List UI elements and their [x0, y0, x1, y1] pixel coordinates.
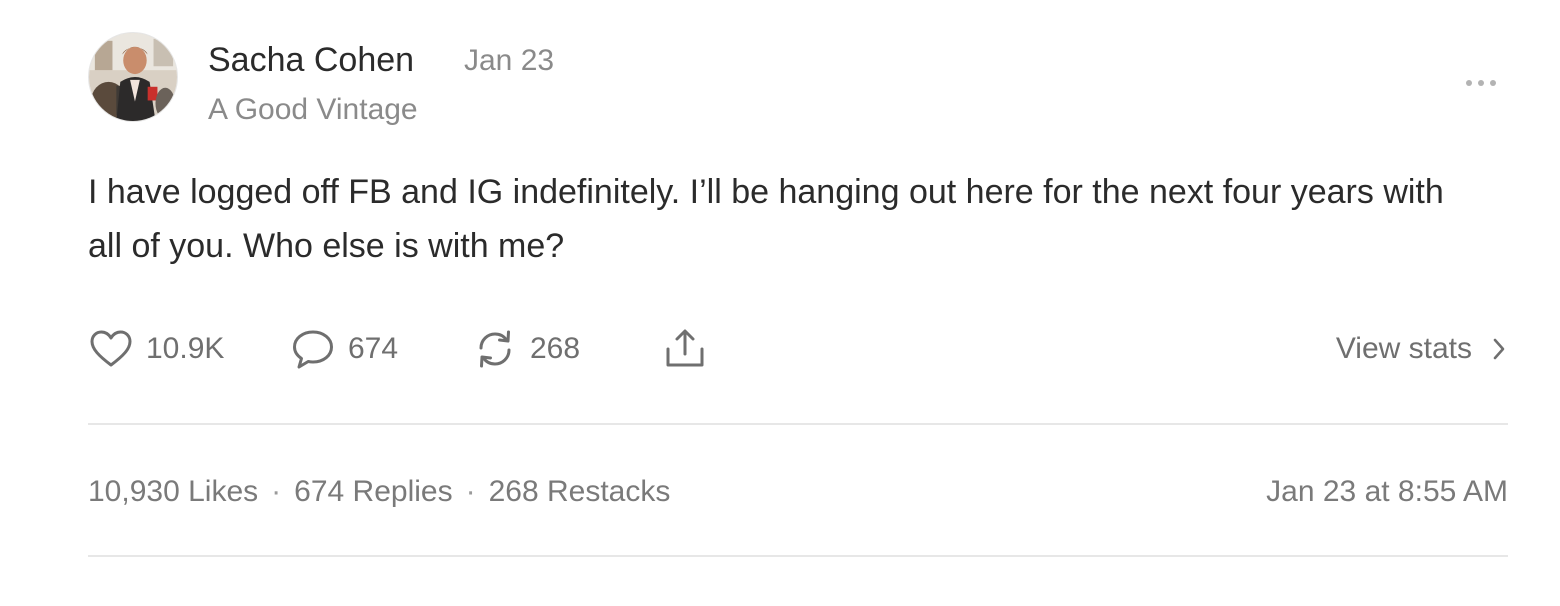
view-stats-label: View stats	[1335, 332, 1472, 365]
heart-icon	[88, 326, 134, 372]
separator-dot: ·	[271, 475, 282, 508]
share-icon	[662, 326, 708, 372]
post-body: I have logged off FB and IG indefinitely…	[88, 173, 1444, 265]
engagement-summary: 10,930 Likes · 674 Replies · 268 Restacks Ja…	[88, 470, 1508, 514]
divider	[88, 555, 1508, 557]
action-bar: 10.9K 674 268 View stats	[88, 322, 1508, 376]
separator-dot: ·	[465, 475, 476, 508]
restacks-summary[interactable]: 268 Restacks	[489, 470, 671, 514]
likes-summary[interactable]: 10,930 Likes	[88, 470, 258, 514]
restack-icon	[472, 326, 518, 372]
reply-count: 674	[348, 332, 399, 365]
share-button[interactable]	[662, 322, 708, 376]
profile-photo-icon	[89, 33, 177, 121]
ellipsis-icon	[1466, 80, 1496, 86]
publication-name[interactable]: A Good Vintage	[208, 89, 418, 131]
like-count: 10.9K	[146, 332, 225, 365]
post-timestamp: Jan 23 at 8:55 AM	[1266, 475, 1508, 508]
post-date[interactable]: Jan 23	[464, 40, 554, 82]
more-options-button[interactable]	[1458, 70, 1504, 96]
author-name[interactable]: Sacha Cohen	[208, 38, 414, 82]
replies-summary[interactable]: 674 Replies	[294, 470, 452, 514]
author-avatar[interactable]	[88, 32, 178, 122]
chevron-right-icon	[1492, 337, 1506, 361]
note-post: Sacha Cohen Jan 23 A Good Vintage I have…	[88, 0, 1508, 606]
like-button[interactable]: 10.9K	[88, 322, 224, 376]
reply-button[interactable]: 674	[290, 322, 398, 376]
comment-icon	[290, 326, 336, 372]
view-stats-link[interactable]: View stats	[1336, 322, 1506, 376]
restack-button[interactable]: 268	[472, 322, 580, 376]
divider	[88, 423, 1508, 425]
restack-count: 268	[530, 332, 581, 365]
